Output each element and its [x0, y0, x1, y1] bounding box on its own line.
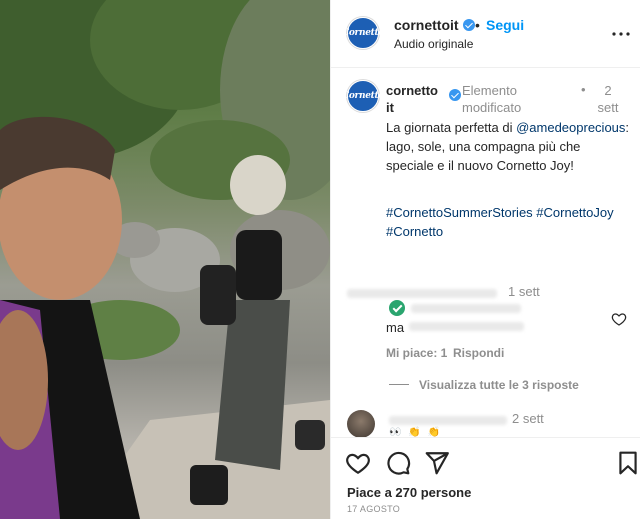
post-actions: Piace a 270 persone 17 AGOSTO [331, 437, 640, 519]
commenter-avatar[interactable] [347, 410, 375, 438]
caption-username-line2: it [386, 100, 394, 115]
comment-text-fragment: ma [386, 320, 405, 335]
post-date: 17 AGOSTO [347, 504, 401, 514]
comment-like-heart-icon[interactable] [611, 311, 627, 327]
author-username[interactable]: cornettoit [394, 17, 475, 33]
comment-bubble-icon[interactable] [385, 450, 411, 476]
caption-timestamp[interactable]: 2 sett [593, 82, 623, 116]
comment-likes-count[interactable]: Mi piace: 1 [386, 346, 447, 360]
caption-verified-icon [449, 89, 461, 101]
photo-illustration [0, 0, 330, 519]
reply-button[interactable]: Rispondi [453, 346, 504, 360]
more-options-icon[interactable] [609, 22, 633, 46]
author-username-text: cornettoit [394, 17, 459, 33]
post-header: Cornetto cornettoit • Segui Audio origin… [331, 0, 640, 68]
caption-mention-link[interactable]: @amedeoprecious [516, 120, 625, 135]
edited-label-line2: modificato [462, 100, 522, 115]
caption-separator: • [581, 82, 586, 97]
caption-avatar[interactable]: Cornetto [342, 80, 384, 112]
edited-label: Elemento modificato [462, 82, 542, 116]
caption-username-line1: cornetto [386, 83, 438, 98]
view-replies-button[interactable]: Visualizza tutte le 3 risposte [419, 378, 579, 392]
comment2-timestamp[interactable]: 2 sett [512, 411, 544, 426]
header-separator: • [475, 17, 480, 33]
share-paper-plane-icon[interactable] [424, 450, 450, 476]
verified-badge-icon [462, 19, 475, 31]
audio-label[interactable]: Audio originale [394, 37, 473, 51]
caption-timestamp-line1: 2 [604, 83, 612, 98]
author-avatar[interactable]: Cornetto [342, 17, 384, 49]
caption-text-before: La giornata perfetta di [386, 120, 517, 135]
blurred-comment-text-2 [409, 322, 524, 331]
post-sidebar: Cornetto cornettoit • Segui Audio origin… [330, 0, 640, 519]
edited-label-line1: Elemento [462, 83, 517, 98]
blurred-comment-text [411, 304, 521, 313]
save-bookmark-icon[interactable] [615, 450, 640, 476]
caption-hashtags[interactable]: #CornettoSummerStories #CornettoJoy #Cor… [386, 203, 636, 241]
post-photo[interactable] [0, 0, 330, 519]
post-likes-count[interactable]: Piace a 270 persone [347, 485, 471, 500]
caption-username[interactable]: cornetto it [386, 82, 446, 116]
verified-check-icon [389, 300, 405, 316]
like-heart-icon[interactable] [345, 450, 371, 476]
caption-avatar-logo-text: Cornetto [341, 91, 385, 101]
blurred-commenter [347, 289, 497, 298]
blurred-commenter-2 [389, 416, 507, 425]
comment-timestamp[interactable]: 1 sett [508, 284, 540, 299]
follow-button[interactable]: Segui [486, 17, 524, 33]
replies-divider [389, 384, 409, 385]
caption-timestamp-line2: sett [597, 100, 619, 115]
caption-text: La giornata perfetta di @amedeoprecious:… [386, 118, 631, 175]
avatar-logo-text: Cornetto [341, 28, 385, 38]
